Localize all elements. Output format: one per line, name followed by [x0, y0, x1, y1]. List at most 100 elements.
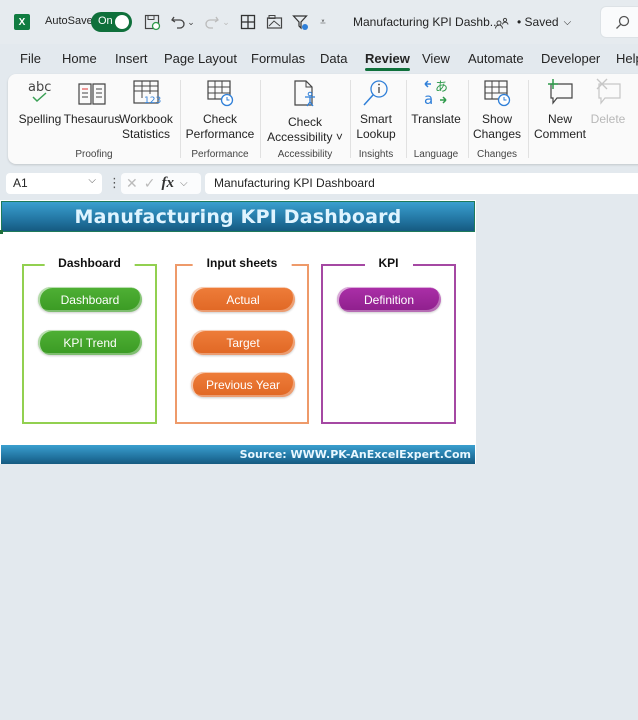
chevron-down-icon[interactable]: ⌵ — [180, 178, 188, 189]
borders-icon[interactable] — [238, 12, 258, 32]
check-performance-button[interactable]: Check Performance — [184, 78, 256, 142]
delete-comment-icon — [593, 78, 623, 108]
svg-text:abc: abc — [28, 80, 51, 95]
chevron-down-icon: ⌵ — [563, 16, 572, 28]
workbook-statistics-label-1: Workbook — [119, 112, 173, 126]
search-icon — [616, 15, 630, 29]
source-text: Source: WWW.PK-AnExcelExpert.Com — [239, 448, 471, 461]
kpi-trend-button[interactable]: KPI Trend — [38, 330, 142, 355]
worksheet[interactable]: Manufacturing KPI Dashboard Dashboard Da… — [0, 200, 476, 464]
undo-icon[interactable] — [168, 12, 188, 32]
group-separator — [468, 80, 469, 158]
tab-file[interactable]: File — [20, 51, 41, 66]
group-accessibility: Accessibility — [277, 149, 333, 160]
workbook-statistics-label-2: Statistics — [121, 127, 170, 141]
group-separator — [406, 80, 407, 158]
enter-icon: ✓ — [143, 175, 156, 191]
tab-insert[interactable]: Insert — [115, 51, 148, 66]
name-box[interactable]: A1 ⌵ — [6, 173, 102, 194]
show-changes-icon — [482, 78, 512, 108]
group-separator — [350, 80, 351, 158]
tab-help[interactable]: Help — [616, 51, 638, 66]
group-proofing: Proofing — [75, 149, 113, 160]
group-language: Language — [413, 149, 459, 160]
show-changes-button[interactable]: Show Changes — [472, 78, 522, 142]
delete-comment-button: Delete — [588, 78, 628, 127]
new-comment-button[interactable]: New Comment — [532, 78, 588, 142]
accessibility-icon — [290, 78, 320, 108]
group-separator — [260, 80, 261, 158]
check-performance-icon — [205, 78, 235, 108]
picture-icon[interactable] — [264, 12, 284, 32]
group-changes: Changes — [476, 149, 518, 160]
formula-input[interactable]: Manufacturing KPI Dashboard — [205, 173, 638, 194]
tab-data[interactable]: Data — [320, 51, 347, 66]
ribbon-tabs: File Home Insert Page Layout Formulas Da… — [0, 48, 638, 72]
filter-icon[interactable] — [290, 12, 310, 32]
translate-button[interactable]: aあ Translate — [410, 78, 462, 127]
group-separator — [180, 80, 181, 158]
saved-status[interactable]: • Saved ⌵ — [517, 15, 571, 29]
group-title: Dashboard — [44, 256, 135, 270]
smart-lookup-icon — [361, 78, 391, 108]
svg-text:a: a — [424, 90, 433, 108]
previous-year-button[interactable]: Previous Year — [191, 372, 295, 397]
dashboard-button[interactable]: Dashboard — [38, 287, 142, 312]
tab-page-layout[interactable]: Page Layout — [164, 51, 237, 66]
more-options-icon[interactable]: ⋮ — [108, 175, 121, 191]
group-input-sheets: Input sheets Actual Target Previous Year — [175, 256, 309, 424]
check-accessibility-label-1: Check — [287, 115, 322, 129]
document-title[interactable]: Manufacturing KPI Dashb... — [353, 15, 500, 29]
svg-text:123: 123 — [144, 96, 161, 106]
title-bar: X AutoSave On ⌄ ⌄ ⩡ Manufacturing KPI Da… — [0, 0, 638, 44]
new-comment-label-1: New — [547, 112, 572, 126]
spelling-icon: abc — [25, 78, 55, 108]
translate-icon: aあ — [421, 78, 451, 108]
undo-dropdown-icon[interactable]: ⌄ — [186, 12, 196, 32]
target-button[interactable]: Target — [191, 330, 295, 355]
new-comment-icon — [545, 78, 575, 108]
redo-icon — [202, 12, 222, 32]
toggle-knob — [115, 15, 129, 29]
banner-title: Manufacturing KPI Dashboard — [74, 205, 402, 228]
excel-icon: X — [14, 14, 30, 30]
insert-function-icon[interactable]: fx — [161, 175, 174, 192]
check-accessibility-button[interactable]: Check Accessibility ˅ — [264, 78, 346, 145]
svg-text:あ: あ — [435, 80, 448, 95]
saved-status-text: • Saved — [517, 15, 559, 29]
tab-automate[interactable]: Automate — [468, 51, 524, 66]
group-title: Input sheets — [192, 256, 292, 270]
tab-formulas[interactable]: Formulas — [251, 51, 305, 66]
workbook-statistics-button[interactable]: 123 Workbook Statistics — [118, 78, 174, 142]
fill-handle[interactable] — [0, 230, 3, 234]
tab-developer[interactable]: Developer — [541, 51, 600, 66]
check-accessibility-label-2: Accessibility ˅ — [267, 130, 343, 144]
smart-lookup-label-1: Smart — [359, 112, 392, 126]
tab-review[interactable]: Review — [365, 51, 410, 71]
group-separator — [528, 80, 529, 158]
group-kpi: KPI Definition — [321, 256, 456, 424]
autosave-toggle[interactable]: On — [91, 12, 132, 32]
search-button[interactable] — [600, 6, 638, 38]
actual-button[interactable]: Actual — [191, 287, 295, 312]
smart-lookup-button[interactable]: Smart Lookup — [354, 78, 398, 142]
group-performance: Performance — [191, 149, 249, 160]
thesaurus-button[interactable]: Thesaurus — [64, 78, 120, 127]
definition-button[interactable]: Definition — [337, 287, 441, 312]
name-box-value: A1 — [13, 176, 28, 190]
show-changes-label-1: Show — [481, 112, 513, 126]
group-insights: Insights — [358, 149, 394, 160]
save-icon[interactable] — [142, 12, 162, 32]
chevron-down-icon[interactable]: ⌵ — [88, 175, 96, 186]
dashboard-banner[interactable]: Manufacturing KPI Dashboard — [1, 201, 475, 232]
tab-home[interactable]: Home — [62, 51, 97, 66]
show-changes-label-2: Changes — [472, 127, 522, 141]
coauthor-icon[interactable] — [495, 13, 509, 33]
tab-view[interactable]: View — [422, 51, 450, 66]
spelling-button[interactable]: abc Spelling — [18, 78, 62, 127]
previous-comment-button: P C — [632, 78, 638, 142]
customize-icon[interactable]: ⩡ — [318, 12, 328, 32]
workbook-statistics-icon: 123 — [131, 78, 161, 108]
translate-label: Translate — [411, 112, 461, 126]
check-performance-label-1: Check — [202, 112, 237, 126]
